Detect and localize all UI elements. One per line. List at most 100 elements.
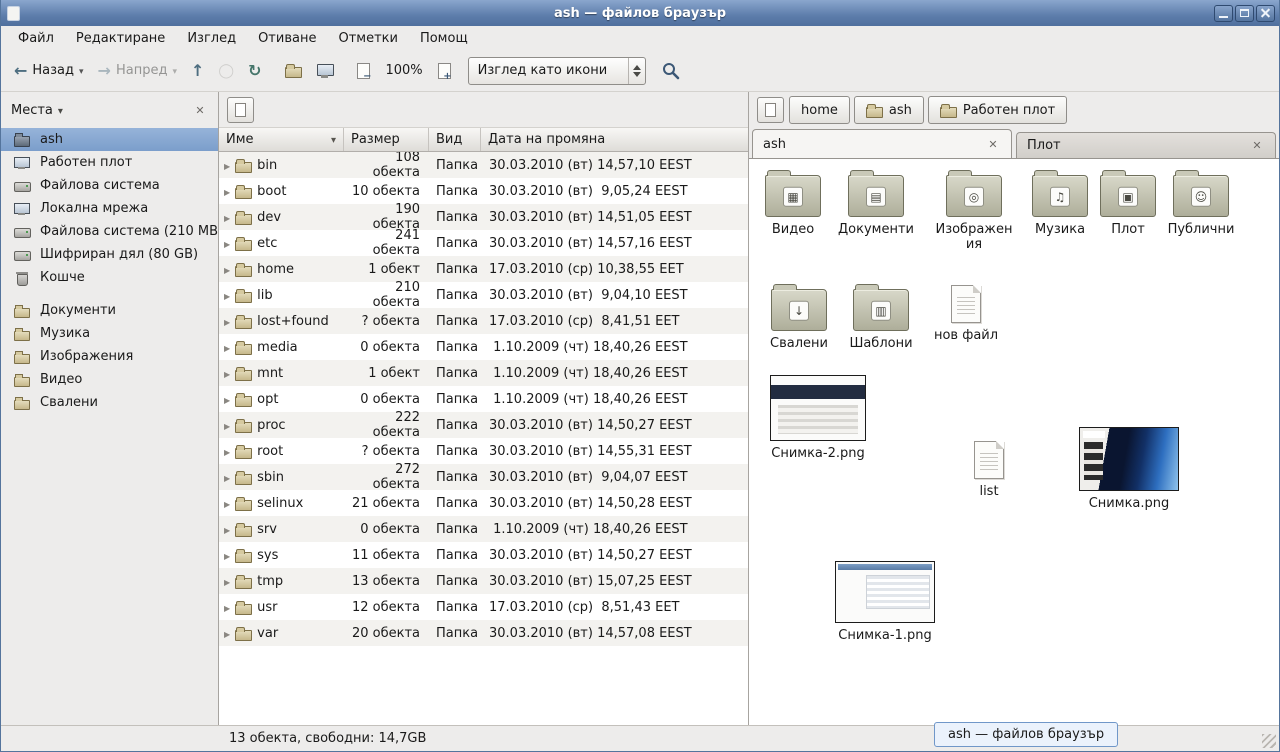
file-row[interactable]: tmp 13 обекта Папка 30.03.2010 (вт) 15,0…	[219, 568, 748, 594]
file-row[interactable]: var 20 обекта Папка 30.03.2010 (вт) 14,5…	[219, 620, 748, 646]
file-row[interactable]: mnt 1 обект Папка 1.10.2009 (чт) 18,40,2…	[219, 360, 748, 386]
file-row[interactable]: proc 222 обекта Папка 30.03.2010 (вт) 14…	[219, 412, 748, 438]
file-icon-item[interactable]: Шаблони	[839, 285, 923, 351]
file-icon-item[interactable]: Видео	[751, 171, 835, 237]
file-icon-item[interactable]: Публични	[1159, 171, 1243, 237]
expander-icon[interactable]	[224, 158, 230, 173]
file-icon-item[interactable]: Плот	[1086, 171, 1170, 237]
sidebar-item[interactable]: Свалени	[1, 391, 218, 414]
stop-button[interactable]	[211, 55, 241, 87]
file-row[interactable]: srv 0 обекта Папка 1.10.2009 (чт) 18,40,…	[219, 516, 748, 542]
file-row[interactable]: bin 108 обекта Папка 30.03.2010 (вт) 14,…	[219, 152, 748, 178]
expander-icon[interactable]	[224, 444, 230, 459]
home-button[interactable]	[278, 55, 309, 87]
expander-icon[interactable]	[224, 496, 230, 511]
file-row[interactable]: sys 11 обекта Папка 30.03.2010 (вт) 14,5…	[219, 542, 748, 568]
menubar-item[interactable]: Отиване	[247, 28, 327, 49]
breadcrumb-button[interactable]: ash	[854, 96, 924, 124]
reload-button[interactable]	[241, 55, 268, 87]
expander-icon[interactable]	[224, 210, 230, 225]
back-button[interactable]: Назад	[7, 55, 91, 87]
menubar-item[interactable]: Изглед	[176, 28, 247, 49]
tab-close-button[interactable]	[1249, 138, 1265, 154]
resize-grip[interactable]	[1262, 734, 1276, 748]
expander-icon[interactable]	[224, 366, 230, 381]
maximize-button[interactable]	[1235, 5, 1254, 22]
file-row[interactable]: boot 10 обекта Папка 30.03.2010 (вт) 9,0…	[219, 178, 748, 204]
zoom-out-button[interactable]	[350, 55, 377, 87]
expander-icon[interactable]	[224, 574, 230, 589]
expander-icon[interactable]	[224, 522, 230, 537]
file-row[interactable]: root ? обекта Папка 30.03.2010 (вт) 14,5…	[219, 438, 748, 464]
sidebar-item[interactable]: Работен плот	[1, 151, 218, 174]
file-row[interactable]: lost+found ? обекта Папка 17.03.2010 (ср…	[219, 308, 748, 334]
file-icon-item[interactable]: list	[947, 441, 1031, 499]
file-row[interactable]: usr 12 обекта Папка 17.03.2010 (ср) 8,51…	[219, 594, 748, 620]
modified-cell: 1.10.2009 (чт) 18,40,26 EEST	[481, 340, 748, 355]
sidebar-item[interactable]: Документи	[1, 299, 218, 322]
file-row[interactable]: lib 210 обекта Папка 30.03.2010 (вт) 9,0…	[219, 282, 748, 308]
zoom-in-button[interactable]	[431, 55, 458, 87]
view-mode-select[interactable]: Изглед като икони	[468, 57, 646, 85]
file-icon-item[interactable]: Изображения	[932, 171, 1016, 252]
expander-icon[interactable]	[224, 340, 230, 355]
tab-close-button[interactable]	[985, 136, 1001, 152]
column-header-modified[interactable]: Дата на промяна	[481, 128, 748, 151]
sidebar-item[interactable]: Файлова система (210 MB)	[1, 220, 218, 243]
breadcrumb-button[interactable]: home	[789, 96, 850, 124]
file-icon-item[interactable]: Свалени	[757, 285, 841, 351]
up-button[interactable]	[184, 55, 211, 87]
sidebar-item[interactable]: Кошче	[1, 266, 218, 289]
expander-icon[interactable]	[224, 184, 230, 199]
sidebar-item[interactable]: ash	[1, 128, 218, 151]
file-row[interactable]: home 1 обект Папка 17.03.2010 (ср) 10,38…	[219, 256, 748, 282]
sidebar-item[interactable]: Изображения	[1, 345, 218, 368]
file-row[interactable]: selinux 21 обекта Папка 30.03.2010 (вт) …	[219, 490, 748, 516]
menubar-item[interactable]: Отметки	[327, 28, 408, 49]
file-icon-item[interactable]: Снимка.png	[1067, 427, 1191, 511]
file-row[interactable]: dev 190 обекта Папка 30.03.2010 (вт) 14,…	[219, 204, 748, 230]
expander-icon[interactable]	[224, 548, 230, 563]
expander-icon[interactable]	[224, 470, 230, 485]
expander-icon[interactable]	[224, 288, 230, 303]
sidebar-item[interactable]: Шифриран дял (80 GB)	[1, 243, 218, 266]
file-icon-item[interactable]: нов файл	[924, 285, 1008, 343]
menubar-item[interactable]: Редактиране	[65, 28, 176, 49]
expander-icon[interactable]	[224, 418, 230, 433]
file-row[interactable]: sbin 272 обекта Папка 30.03.2010 (вт) 9,…	[219, 464, 748, 490]
file-row[interactable]: opt 0 обекта Папка 1.10.2009 (чт) 18,40,…	[219, 386, 748, 412]
search-button[interactable]	[656, 56, 686, 86]
minimize-button[interactable]	[1214, 5, 1233, 22]
file-row[interactable]: etc 241 обекта Папка 30.03.2010 (вт) 14,…	[219, 230, 748, 256]
computer-button[interactable]	[309, 55, 340, 87]
close-button[interactable]	[1256, 5, 1275, 22]
column-header-size[interactable]: Размер	[344, 128, 429, 151]
window-titlebar[interactable]: ash — файлов браузър	[1, 0, 1279, 26]
sidebar-mode-caret-icon[interactable]	[58, 103, 63, 118]
expander-icon[interactable]	[224, 236, 230, 251]
expander-icon[interactable]	[224, 262, 230, 277]
file-icon-item[interactable]: Снимка-1.png	[835, 561, 935, 643]
sidebar-item[interactable]: Музика	[1, 322, 218, 345]
forward-button[interactable]: Напред	[91, 55, 184, 87]
column-header-name[interactable]: Име	[219, 128, 344, 151]
tab[interactable]: Плот	[1016, 132, 1276, 158]
menubar-item[interactable]: Помощ	[409, 28, 479, 49]
sidebar-close-button[interactable]	[192, 102, 208, 118]
expander-icon[interactable]	[224, 314, 230, 329]
expander-icon[interactable]	[224, 392, 230, 407]
file-icon-item[interactable]: Документи	[834, 171, 918, 237]
column-header-type[interactable]: Вид	[429, 128, 481, 151]
location-toggle-button[interactable]	[757, 97, 784, 123]
sidebar-item[interactable]: Локална мрежа	[1, 197, 218, 220]
location-toggle-button[interactable]	[227, 97, 254, 123]
expander-icon[interactable]	[224, 600, 230, 615]
tab[interactable]: ash	[752, 129, 1012, 158]
menubar-item[interactable]: Файл	[7, 28, 65, 49]
file-icon-item[interactable]: Снимка-2.png	[768, 375, 868, 461]
breadcrumb-button[interactable]: Работен плот	[928, 96, 1067, 124]
sidebar-item[interactable]: Видео	[1, 368, 218, 391]
file-row[interactable]: media 0 обекта Папка 1.10.2009 (чт) 18,4…	[219, 334, 748, 360]
sidebar-item[interactable]: Файлова система	[1, 174, 218, 197]
expander-icon[interactable]	[224, 626, 230, 641]
